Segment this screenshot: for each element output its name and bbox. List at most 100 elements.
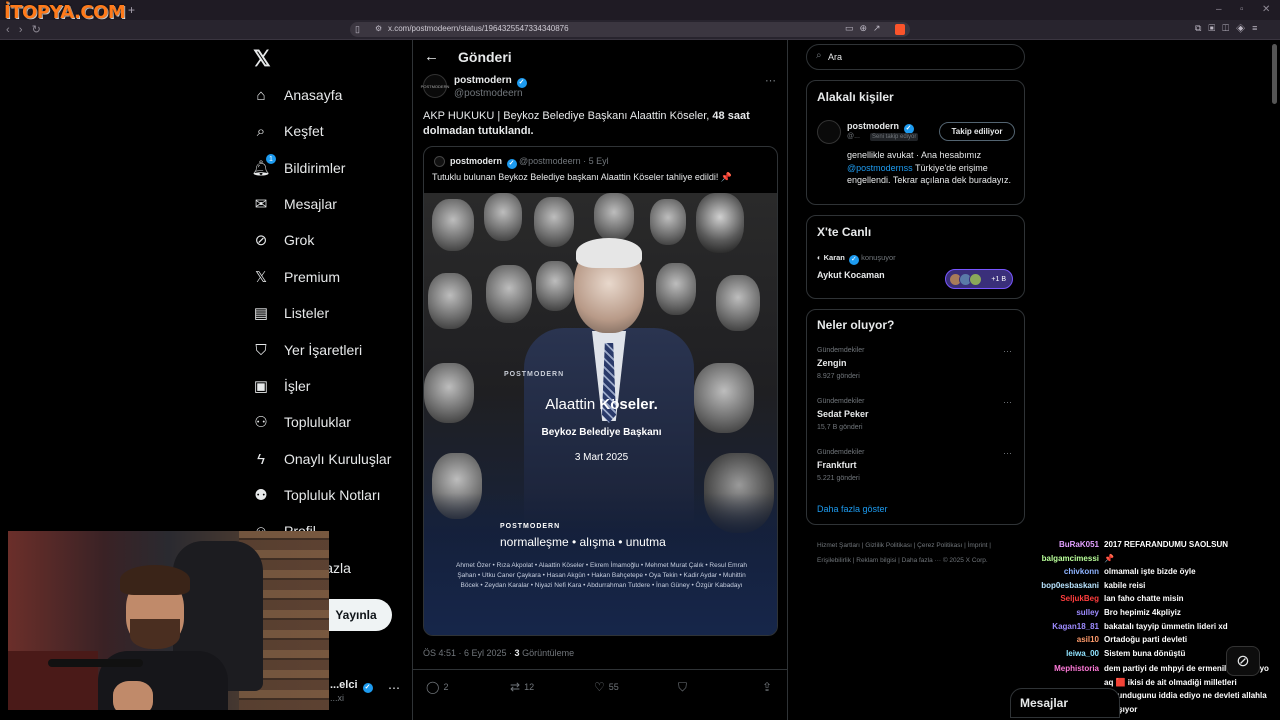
verified-icon: ✓ xyxy=(362,683,373,693)
more-options-icon[interactable]: ⋯ xyxy=(765,74,776,87)
collage-face xyxy=(428,273,472,329)
messages-drawer-label[interactable]: Mesajlar xyxy=(1020,696,1068,710)
author-name[interactable]: postmodern ✓ xyxy=(454,75,527,88)
bookmark-button[interactable]: ⛉ xyxy=(678,680,687,695)
quoted-author-text: postmodern xyxy=(450,156,503,166)
image-brand-footer: POSTMODERN xyxy=(500,523,561,530)
scrollbar[interactable] xyxy=(1272,44,1277,104)
live-host-name: Karan xyxy=(823,253,845,262)
site-settings-icon[interactable]: ⚙ xyxy=(375,24,382,33)
nav-verified-orgs[interactable]: ϟ Onaylı Kuruluşlar xyxy=(252,444,391,474)
nav-grok[interactable]: ⊘ Grok xyxy=(252,225,315,255)
like-count: 55 xyxy=(608,682,619,692)
live-status: konuşuyor xyxy=(858,253,896,262)
footer-links[interactable]: Hizmet Şartları | Gizlilik Politikası | … xyxy=(817,538,1022,568)
reply-button[interactable]: ◯ 2 xyxy=(426,680,448,694)
nav-label: Yer İşaretleri xyxy=(284,342,363,358)
people-icon: ⚇ xyxy=(254,414,268,431)
nav-label: Keşfet xyxy=(284,123,324,139)
repost-count: 12 xyxy=(524,682,535,692)
nav-label: Mesajlar xyxy=(284,196,337,212)
extensions-icons[interactable]: ⧉▣◫◈≡ xyxy=(1195,23,1264,34)
minimize-icon[interactable]: – xyxy=(1216,4,1222,15)
listener-avatar xyxy=(969,273,982,286)
quoted-handle: @postmodeern · 5 Eyl xyxy=(519,156,609,166)
post-time: ÖS 4:51 · 6 Eyl 2025 · xyxy=(423,648,515,658)
quoted-post[interactable]: postmodern ✓ @postmodeern · 5 Eyl Tutukl… xyxy=(423,146,778,636)
account-menu-icon[interactable]: ⋯ xyxy=(388,681,400,695)
like-button[interactable]: ♡ 55 xyxy=(594,680,619,694)
author-avatar[interactable]: POSTMODERN xyxy=(421,74,449,98)
quoted-image[interactable]: POSTMODERN Alaattin Köseler. Beykoz Bele… xyxy=(424,193,777,635)
chat-username: sulley xyxy=(1076,607,1099,617)
trend-name[interactable]: Zengin xyxy=(817,358,847,368)
chat-message: Kagan18_81 bakatalı tayyip ümmetin lideri… xyxy=(1030,622,1280,636)
nav-communities[interactable]: ⚇ Topluluklar xyxy=(252,407,351,437)
show-more-link[interactable]: Daha fazla göster xyxy=(817,504,888,514)
close-window-icon[interactable]: ✕ xyxy=(1262,4,1270,15)
bookmark-page-icon[interactable]: ▯ xyxy=(355,24,360,35)
trend-name[interactable]: Sedat Peker xyxy=(817,409,869,419)
grok-icon[interactable]: ⊘ xyxy=(1226,646,1260,676)
maximize-icon[interactable]: ▫ xyxy=(1240,4,1244,15)
address-actions-icons[interactable]: ▭⊕↗ xyxy=(845,23,887,34)
browser-nav-icons[interactable]: ‹ › ↻ xyxy=(6,23,41,36)
bookmark-icon: ⛉ xyxy=(678,680,688,694)
live-space-title[interactable]: Aykut Kocaman xyxy=(817,270,885,280)
nav-label: Anasayfa xyxy=(284,87,343,103)
collage-face xyxy=(534,197,574,247)
new-tab-icon[interactable]: + xyxy=(128,3,135,17)
share-button[interactable]: ⇪ xyxy=(762,680,772,694)
nav-bookmarks[interactable]: ⛉ Yer İşaretleri xyxy=(252,335,362,365)
more-options-icon[interactable]: ⋯ xyxy=(1003,346,1012,357)
address-text[interactable]: x.com/postmodeern/status/196432554733434… xyxy=(388,24,569,33)
nav-premium[interactable]: 𝕏 Premium xyxy=(252,262,340,292)
nav-jobs[interactable]: ▣ İşler xyxy=(252,371,311,401)
post-views-label: Görüntüleme xyxy=(519,648,575,658)
more-options-icon[interactable]: ⋯ xyxy=(1003,448,1012,459)
chat-text: Ortadoğu parti devleti xyxy=(1104,635,1188,645)
related-avatar[interactable] xyxy=(817,120,841,144)
x-logo-icon[interactable]: 𝕏 xyxy=(253,46,271,72)
image-name-last: Köseler. xyxy=(599,396,658,413)
nav-label: Grok xyxy=(284,232,315,248)
portrait-hair xyxy=(576,238,642,268)
follows-you-badge: Seni takip ediyor xyxy=(870,133,919,141)
nav-notifications[interactable]: 🔔︎ 1 Bildirimler xyxy=(251,153,346,183)
search-placeholder[interactable]: Ara xyxy=(828,52,842,62)
repost-button[interactable]: ⇄ 12 xyxy=(510,680,534,694)
nav-label: Onaylı Kuruluşlar xyxy=(284,451,392,467)
back-arrow-icon[interactable]: ← xyxy=(424,48,439,65)
chat-message: bop0esbaskani kabile reisi xyxy=(1030,581,1280,595)
chat-username: bop0esbaskani xyxy=(1041,580,1099,590)
nav-community-notes[interactable]: ⚉ Topluluk Notları xyxy=(252,480,380,510)
browser-tab-strip xyxy=(0,0,1280,20)
nav-explore[interactable]: ⌕ Keşfet xyxy=(252,116,324,146)
bio-link[interactable]: @postmodernss xyxy=(847,163,913,173)
trends-title: Neler oluyor? xyxy=(817,318,895,332)
brave-shield-icon[interactable] xyxy=(895,24,905,35)
following-button[interactable]: Takip ediliyor xyxy=(939,122,1015,141)
chat-text: lan faho chatte misin xyxy=(1104,594,1184,604)
collage-face xyxy=(696,193,744,253)
chat-text: kabile reisi xyxy=(1104,580,1146,590)
webcam-person-hair xyxy=(120,565,190,595)
chat-message: balgamcimessi 📌 xyxy=(1030,554,1280,568)
grok-icon: ⊘ xyxy=(254,232,268,249)
account-name[interactable]: ...elci ✓ xyxy=(330,679,373,693)
author-handle[interactable]: @postmodeern xyxy=(454,88,523,99)
briefcase-icon: ▣ xyxy=(253,378,269,395)
image-name-first: Alaattin xyxy=(545,396,600,413)
nav-home[interactable]: ⌂ Anasayfa xyxy=(252,80,342,110)
nav-lists[interactable]: ▤ Listeler xyxy=(252,298,329,328)
collage-face xyxy=(594,193,634,241)
related-title: Alakalı kişiler xyxy=(817,90,894,104)
more-options-icon[interactable]: ⋯ xyxy=(1003,397,1012,408)
nav-messages[interactable]: ✉ Mesajlar xyxy=(252,189,337,219)
webcam-overlay xyxy=(8,531,329,710)
trend-name[interactable]: Frankfurt xyxy=(817,460,857,470)
collage-face xyxy=(424,363,474,423)
live-listeners-pill[interactable]: +1 B xyxy=(945,269,1013,289)
trend-count: 15,7 B gönderi xyxy=(817,424,863,431)
nav-label: Bildirimler xyxy=(284,160,346,176)
